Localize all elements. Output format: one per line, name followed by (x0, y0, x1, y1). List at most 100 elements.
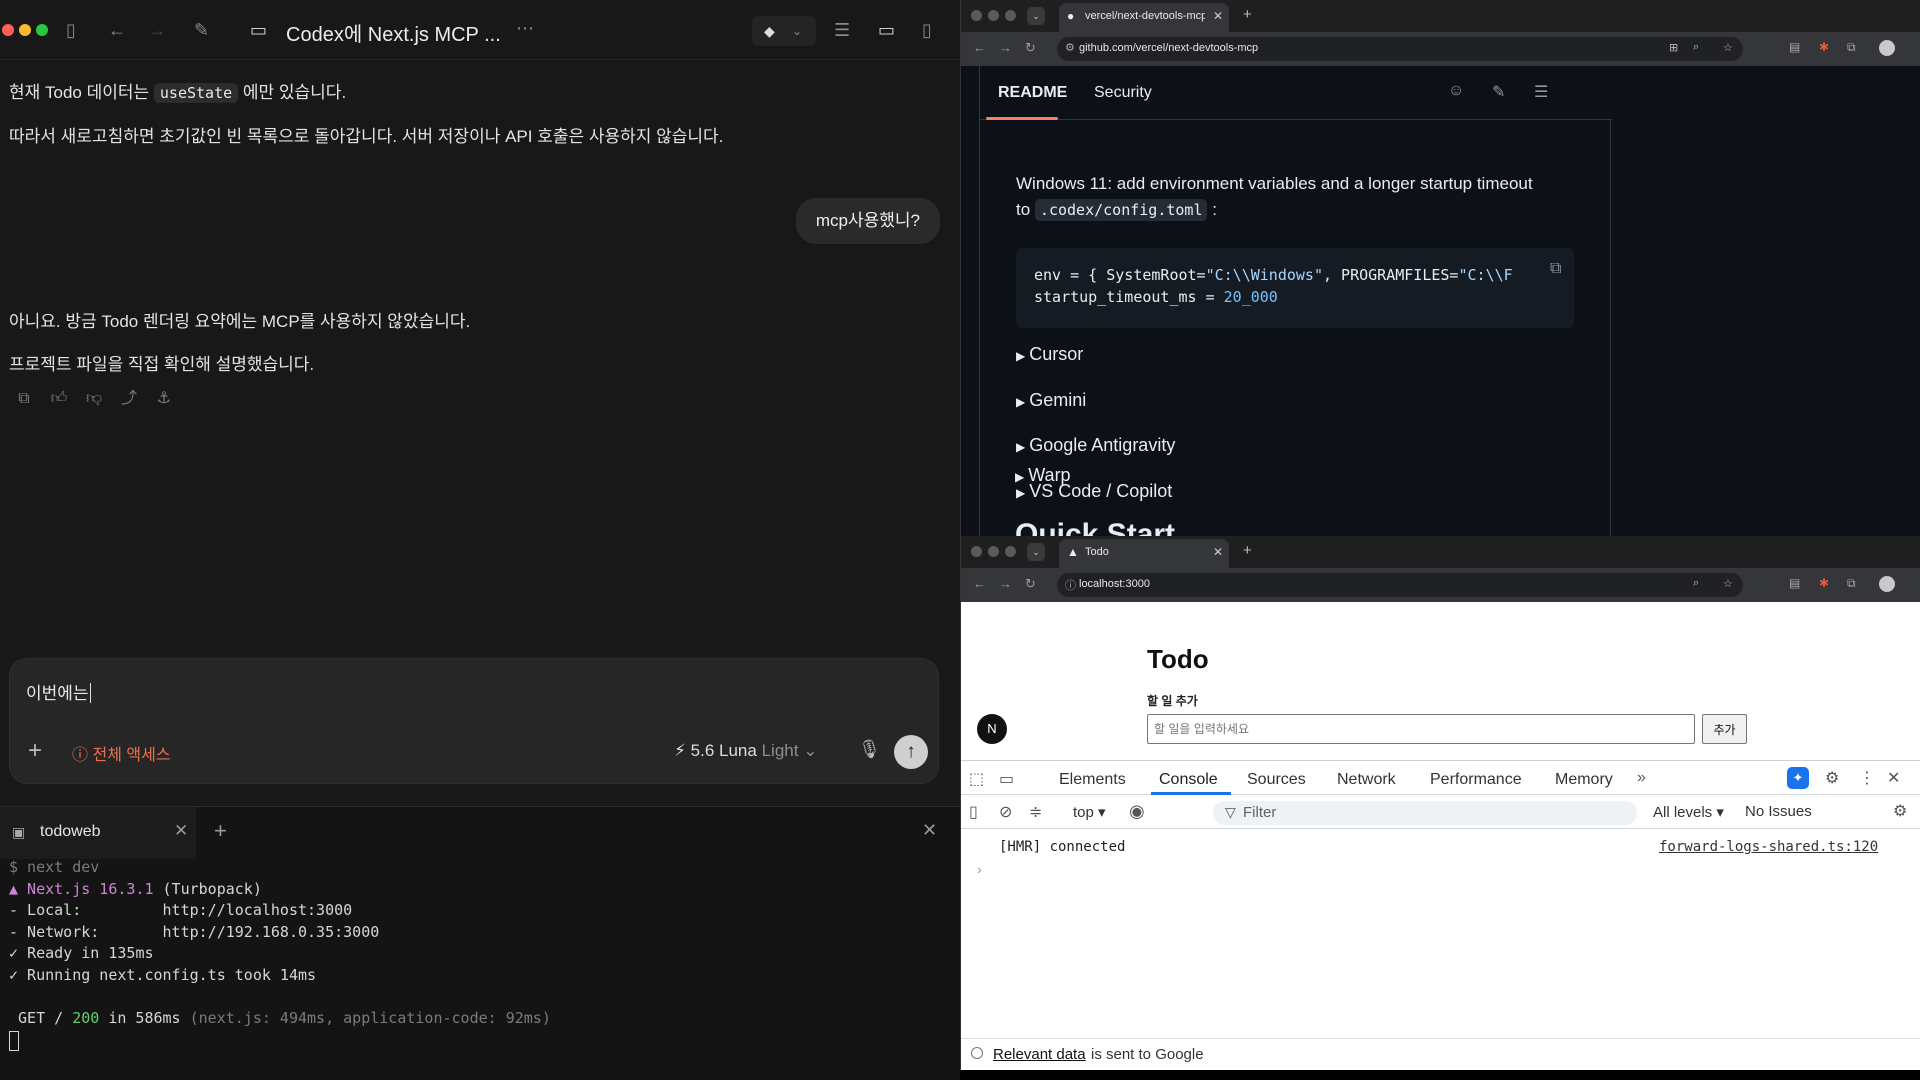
maximize-window-button[interactable] (1005, 546, 1016, 557)
terminal-panel-icon[interactable]: ▭ (878, 20, 895, 40)
fork-icon[interactable]: ⤴ (117, 384, 141, 408)
composer-input[interactable]: 이번에는 (26, 679, 91, 704)
open-in-dropdown[interactable]: ◆ ⌄ (752, 16, 816, 46)
edit-pencil-icon[interactable]: ✎ (1492, 82, 1505, 102)
extension-icon[interactable]: ▤ (1789, 576, 1800, 590)
add-todo-button[interactable]: 추가 (1702, 714, 1747, 744)
forward-arrow-icon[interactable]: → (999, 40, 1012, 55)
anchor-icon[interactable]: ⚓︎ (152, 388, 176, 408)
extensions-puzzle-icon[interactable]: ⧉ (1847, 40, 1856, 55)
microphone-icon[interactable]: 🎙︎ (858, 739, 881, 760)
todo-input[interactable] (1147, 714, 1695, 744)
tab-network[interactable]: Network (1337, 771, 1396, 789)
close-window-button[interactable] (971, 546, 982, 557)
send-button[interactable]: ↑ (894, 735, 928, 769)
clear-console-icon[interactable]: ⊘ (999, 802, 1012, 822)
model-selector[interactable]: ⚡︎ 5.6 Luna Light ⌄ (674, 741, 817, 761)
details-summary-antigravity[interactable]: ▶ Google Antigravity (1016, 435, 1175, 456)
thumbs-down-icon[interactable]: 👎︎ (82, 389, 106, 408)
minimize-window-button[interactable] (988, 546, 999, 557)
new-terminal-icon[interactable]: + (214, 818, 227, 844)
tab-performance[interactable]: Performance (1430, 771, 1522, 789)
issues-counter[interactable]: No Issues (1745, 803, 1812, 820)
close-panel-icon[interactable]: ✕ (922, 820, 937, 841)
log-levels-dropdown[interactable]: All levels ▾ (1653, 803, 1724, 821)
extension-icon[interactable]: ✱ (1819, 40, 1829, 54)
close-devtools-icon[interactable]: ✕ (1887, 768, 1900, 788)
zoom-icon[interactable]: ⌕ (1693, 41, 1699, 54)
extension-icon[interactable]: ▤ (1789, 40, 1800, 54)
details-summary-warp[interactable]: ▶ Warp (1015, 465, 1071, 486)
new-tab-icon[interactable]: + (1243, 6, 1252, 23)
profile-avatar[interactable] (1879, 576, 1895, 592)
extensions-puzzle-icon[interactable]: ⧉ (1847, 576, 1856, 591)
outline-list-icon[interactable]: ☰ (1534, 82, 1548, 102)
zoom-icon[interactable]: ⌕ (1693, 577, 1699, 590)
close-tab-icon[interactable]: ✕ (1213, 545, 1223, 559)
back-arrow-icon[interactable]: ← (108, 20, 126, 40)
context-selector[interactable]: top ▾ (1073, 803, 1106, 821)
tab-console[interactable]: Console (1159, 771, 1218, 789)
tab-search-icon[interactable]: ⌄ (1027, 543, 1045, 561)
tab-search-icon[interactable]: ⌄ (1027, 7, 1045, 25)
minimize-window-button[interactable] (19, 24, 31, 36)
more-tabs-icon[interactable]: » (1637, 769, 1646, 787)
details-summary-cursor[interactable]: ▶ Cursor (1016, 344, 1083, 365)
sidebar-toggle-icon[interactable]: ▯ (66, 20, 76, 40)
address-bar[interactable]: ⓘ localhost:3000 ⌕ ☆ (1057, 573, 1743, 597)
more-vert-icon[interactable]: ⋮ (1859, 768, 1875, 788)
collapse-groups-icon[interactable]: ≑ (1029, 802, 1042, 822)
copilot-icon[interactable]: ☺ (1448, 82, 1464, 100)
terminal-tab[interactable]: ▣ todoweb ✕ (0, 807, 196, 859)
console-log-source-link[interactable]: forward-logs-shared.ts:120 (1659, 839, 1878, 855)
access-mode-button[interactable]: ⓘ 전체 액세스 (72, 741, 171, 765)
maximize-window-button[interactable] (1005, 10, 1016, 21)
address-bar[interactable]: ⚙ github.com/vercel/next-devtools-mcp ⊞ … (1057, 37, 1743, 61)
thumbs-up-icon[interactable]: 👍︎ (47, 389, 71, 408)
copy-icon[interactable]: ⧉ (12, 390, 36, 408)
tab-readme[interactable]: README (998, 84, 1067, 102)
diff-list-icon[interactable]: ☰ (834, 20, 850, 40)
site-info-icon[interactable]: ⓘ (1065, 577, 1076, 593)
settings-gear-icon[interactable]: ⚙ (1825, 768, 1839, 788)
minimize-window-button[interactable] (988, 10, 999, 21)
relevant-data-link[interactable]: Relevant data (993, 1046, 1086, 1063)
profile-avatar[interactable] (1879, 40, 1895, 56)
sidebar-toggle-icon[interactable]: ▯ (969, 802, 978, 822)
details-summary-gemini[interactable]: ▶ Gemini (1016, 390, 1086, 411)
close-window-button[interactable] (971, 10, 982, 21)
add-attachment-icon[interactable]: + (28, 739, 42, 763)
close-window-button[interactable] (2, 24, 14, 36)
translate-icon[interactable]: ⊞ (1669, 41, 1678, 54)
side-panel-icon[interactable]: ▯ (922, 20, 932, 40)
device-toolbar-icon[interactable]: ▭ (999, 769, 1014, 789)
extension-icon[interactable]: ✱ (1819, 576, 1829, 590)
close-tab-icon[interactable]: ✕ (174, 821, 188, 841)
live-expression-eye-icon[interactable]: ◉ (1129, 801, 1145, 822)
site-info-icon[interactable]: ⚙ (1065, 41, 1075, 54)
back-arrow-icon[interactable]: ← (973, 40, 986, 55)
tab-sources[interactable]: Sources (1247, 771, 1306, 789)
nextjs-dev-badge[interactable]: N (977, 714, 1007, 744)
new-chat-icon[interactable]: ✎ (194, 20, 209, 40)
copy-icon[interactable]: ⧉ (1550, 260, 1561, 278)
maximize-window-button[interactable] (36, 24, 48, 36)
browser-tab[interactable]: ● vercel/next-devtools-mcp: Ne ✕ (1059, 3, 1229, 32)
bookmark-star-icon[interactable]: ☆ (1723, 41, 1733, 54)
forward-arrow-icon[interactable]: → (148, 20, 166, 40)
browser-tab[interactable]: ▲ Todo ✕ (1059, 539, 1229, 568)
composer[interactable]: 이번에는 + ⓘ 전체 액세스 ⚡︎ 5.6 Luna Light ⌄ 🎙︎ ↑ (9, 658, 939, 784)
new-tab-icon[interactable]: + (1243, 542, 1252, 559)
tab-elements[interactable]: Elements (1059, 771, 1126, 789)
bookmark-star-icon[interactable]: ☆ (1723, 577, 1733, 590)
tab-security[interactable]: Security (1094, 84, 1152, 102)
console-filter-input[interactable]: ▽ Filter (1213, 801, 1637, 825)
back-arrow-icon[interactable]: ← (973, 576, 986, 591)
more-options-icon[interactable]: ⋯ (516, 18, 534, 38)
console-settings-icon[interactable]: ⚙ (1893, 801, 1907, 821)
tab-memory[interactable]: Memory (1555, 771, 1613, 789)
ai-assistance-icon[interactable]: ✦ (1787, 767, 1809, 789)
console-prompt-chevron-icon[interactable]: › (977, 861, 982, 877)
reload-icon[interactable]: ↻ (1025, 40, 1036, 56)
reload-icon[interactable]: ↻ (1025, 576, 1036, 592)
